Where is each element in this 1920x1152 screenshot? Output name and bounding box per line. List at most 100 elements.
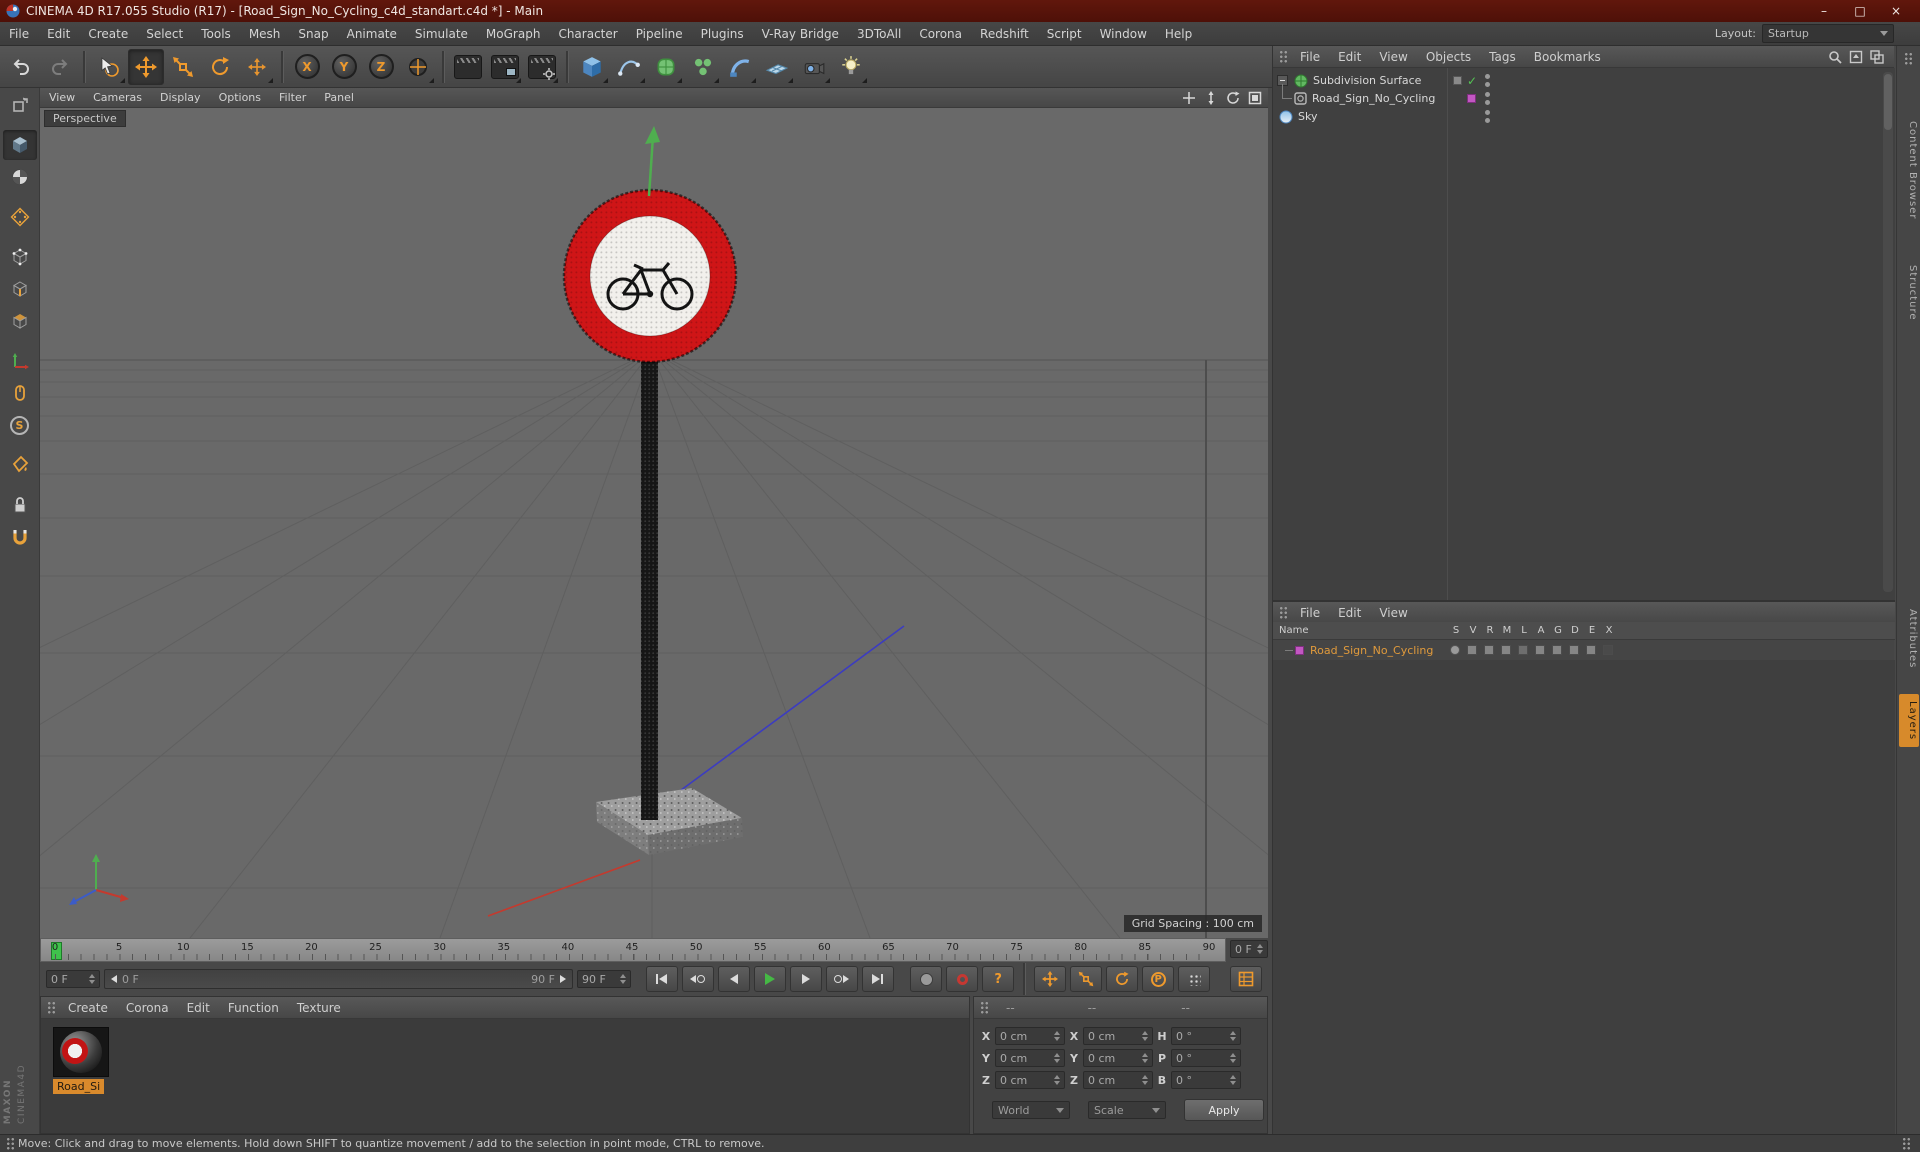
- add-cube-button[interactable]: [574, 49, 610, 85]
- object-name[interactable]: Road_Sign_No_Cycling: [1312, 92, 1435, 105]
- mograph-cloner-button[interactable]: [685, 49, 721, 85]
- viewport-navigation-button[interactable]: [3, 378, 37, 408]
- timeline-panel-button[interactable]: [1229, 966, 1262, 992]
- timeline-ruler[interactable]: 0 5 10 15 20 25 30 35 40 45 50 55 60 65 …: [40, 938, 1226, 962]
- column-animation[interactable]: A: [1534, 625, 1548, 636]
- apply-button[interactable]: Apply: [1184, 1099, 1264, 1121]
- viewport-toggle-button[interactable]: [1246, 90, 1264, 106]
- move-tool-button[interactable]: [128, 48, 164, 85]
- previous-key-button[interactable]: [681, 966, 714, 992]
- size-x-field[interactable]: 0 cm: [1083, 1027, 1153, 1045]
- layer-color-chip[interactable]: [1467, 94, 1476, 103]
- previous-frame-button[interactable]: [717, 966, 750, 992]
- viewport-menu-display[interactable]: Display: [151, 91, 210, 104]
- stepper-down-icon[interactable]: [1257, 950, 1263, 954]
- viewport-canvas[interactable]: Perspective Grid Spacing : 100 cm: [40, 108, 1268, 938]
- render-settings-button[interactable]: [524, 49, 560, 85]
- minimize-button[interactable]: –: [1806, 1, 1842, 21]
- visibility-dots[interactable]: [1485, 92, 1490, 105]
- om-scrollbar[interactable]: [1883, 72, 1893, 592]
- frame-range-slider[interactable]: 0 F 90 F: [103, 969, 573, 989]
- next-frame-button[interactable]: [789, 966, 822, 992]
- column-lock[interactable]: L: [1517, 625, 1531, 636]
- stepper-up-icon[interactable]: [88, 974, 95, 978]
- layer-name[interactable]: Road_Sign_No_Cycling: [1310, 644, 1433, 657]
- menu-snap[interactable]: Snap: [289, 22, 337, 46]
- goto-start-button[interactable]: [645, 966, 678, 992]
- solo-toggle-icon[interactable]: [1450, 645, 1460, 655]
- object-name[interactable]: Sky: [1298, 110, 1317, 123]
- lock-x-axis-button[interactable]: X: [289, 49, 325, 85]
- live-selection-button[interactable]: [91, 49, 127, 85]
- enable-toggle-icon[interactable]: [1453, 76, 1462, 85]
- deformer-button[interactable]: [722, 49, 758, 85]
- axis-mode-button[interactable]: [3, 346, 37, 376]
- menu-pipeline[interactable]: Pipeline: [627, 22, 692, 46]
- menu-vray-bridge[interactable]: V-Ray Bridge: [753, 22, 848, 46]
- animation-toggle-icon[interactable]: [1535, 645, 1545, 655]
- close-button[interactable]: ×: [1878, 1, 1914, 21]
- layer-row-road-sign[interactable]: Road_Sign_No_Cycling: [1273, 640, 1895, 660]
- manager-toggle-icon[interactable]: [1501, 645, 1511, 655]
- menu-help[interactable]: Help: [1156, 22, 1201, 46]
- record-position-toggle[interactable]: [1034, 966, 1067, 992]
- coords-header-position[interactable]: --: [992, 1001, 1074, 1015]
- stepper-up-icon[interactable]: [1257, 944, 1263, 948]
- material-menu-create[interactable]: Create: [59, 1001, 117, 1015]
- maximize-button[interactable]: □: [1842, 1, 1878, 21]
- goto-end-button[interactable]: [861, 966, 894, 992]
- viewport-menu-filter[interactable]: Filter: [270, 91, 315, 104]
- tab-attributes[interactable]: Attributes: [1899, 602, 1919, 675]
- coordinate-system-button[interactable]: [400, 49, 436, 85]
- freehand-spline-button[interactable]: [611, 49, 647, 85]
- lm-menu-edit[interactable]: Edit: [1329, 606, 1370, 620]
- xref-toggle-icon[interactable]: [1603, 645, 1613, 655]
- resize-grip-icon[interactable]: [1902, 1137, 1911, 1150]
- coords-header-rotation[interactable]: --: [1167, 1001, 1261, 1015]
- position-x-field[interactable]: 0 cm: [995, 1027, 1065, 1045]
- om-scrollbar-thumb[interactable]: [1884, 74, 1892, 130]
- column-expressions[interactable]: E: [1585, 625, 1599, 636]
- menu-animate[interactable]: Animate: [338, 22, 406, 46]
- stepper-down-icon[interactable]: [619, 980, 626, 984]
- menu-mesh[interactable]: Mesh: [240, 22, 290, 46]
- visibility-dots[interactable]: [1485, 110, 1490, 123]
- lm-menu-file[interactable]: File: [1291, 606, 1329, 620]
- points-mode-button[interactable]: [3, 242, 37, 272]
- layer-color-chip[interactable]: [1295, 645, 1304, 655]
- panel-grip-icon[interactable]: [980, 1001, 989, 1014]
- menu-tools[interactable]: Tools: [192, 22, 240, 46]
- polygons-mode-button[interactable]: [3, 306, 37, 336]
- lock-workplane-button[interactable]: [3, 490, 37, 520]
- lock-toggle-icon[interactable]: [1518, 645, 1528, 655]
- tab-content-browser[interactable]: Content Browser: [1899, 114, 1919, 226]
- viewport-view-label[interactable]: Perspective: [44, 110, 126, 127]
- object-row-sky[interactable]: Sky: [1273, 108, 1895, 125]
- object-row-road-sign[interactable]: Road_Sign_No_Cycling: [1273, 90, 1895, 107]
- environment-floor-button[interactable]: [759, 49, 795, 85]
- snap-toggle-button[interactable]: S: [3, 410, 37, 440]
- menu-simulate[interactable]: Simulate: [406, 22, 477, 46]
- tab-layers[interactable]: Layers: [1899, 694, 1919, 748]
- undo-button[interactable]: [4, 49, 40, 85]
- generators-toggle-icon[interactable]: [1552, 645, 1562, 655]
- menu-script[interactable]: Script: [1038, 22, 1091, 46]
- column-view[interactable]: V: [1466, 625, 1480, 636]
- column-manager[interactable]: M: [1500, 625, 1514, 636]
- menu-plugins[interactable]: Plugins: [692, 22, 753, 46]
- menu-mograph[interactable]: MoGraph: [477, 22, 550, 46]
- material-menu-function[interactable]: Function: [219, 1001, 288, 1015]
- position-y-field[interactable]: 0 cm: [995, 1049, 1065, 1067]
- rotation-h-field[interactable]: 0 °: [1171, 1027, 1241, 1045]
- viewport-pan-button[interactable]: [1180, 90, 1198, 106]
- render-toggle-icon[interactable]: [1484, 645, 1494, 655]
- scale-mode-select[interactable]: Scale: [1088, 1101, 1166, 1119]
- material-thumbnail[interactable]: [53, 1027, 109, 1077]
- scale-tool-button[interactable]: [165, 49, 201, 85]
- column-deformers[interactable]: D: [1568, 625, 1582, 636]
- render-view-button[interactable]: [450, 49, 486, 85]
- viewport-zoom-button[interactable]: [1202, 90, 1220, 106]
- parent-up-icon[interactable]: [1849, 50, 1863, 64]
- material-menu-edit[interactable]: Edit: [178, 1001, 219, 1015]
- subdivision-surface-button[interactable]: [648, 49, 684, 85]
